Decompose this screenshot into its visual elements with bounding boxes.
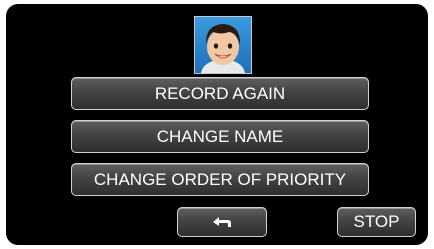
touch-screen: RECORD AGAIN CHANGE NAME CHANGE ORDER OF… — [6, 4, 428, 245]
record-again-button[interactable]: RECORD AGAIN — [71, 77, 369, 110]
return-arrow-icon — [213, 217, 231, 227]
change-name-button[interactable]: CHANGE NAME — [71, 120, 369, 153]
back-button[interactable] — [177, 207, 267, 237]
stop-button[interactable]: STOP — [337, 207, 416, 237]
face-thumbnail-icon — [194, 16, 252, 74]
change-order-of-priority-button[interactable]: CHANGE ORDER OF PRIORITY — [71, 163, 369, 196]
